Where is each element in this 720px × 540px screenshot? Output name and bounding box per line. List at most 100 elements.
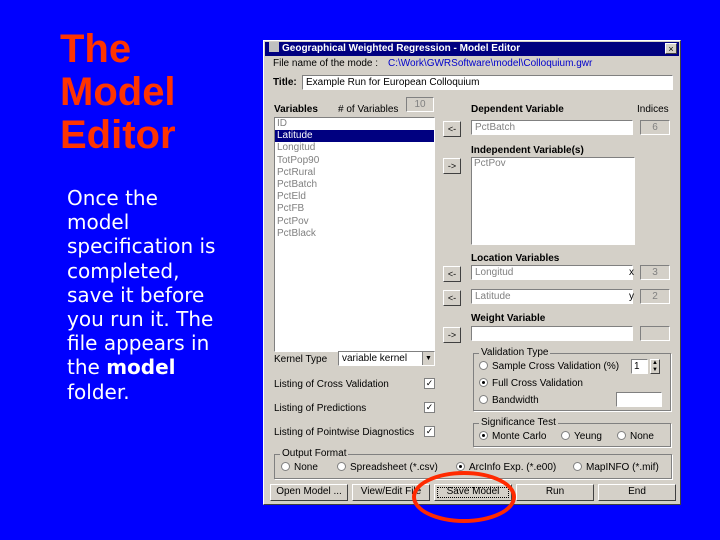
kernel-type-dropdown[interactable]: variable kernel ▼ <box>338 351 435 366</box>
list-item[interactable]: PctBlack <box>275 228 434 240</box>
dependent-label: Dependent Variable <box>471 104 564 115</box>
sig-none-label: None <box>630 431 654 442</box>
dependent-field: PctBatch <box>471 120 633 135</box>
slide-body-line: you run it. The <box>67 307 214 332</box>
list-item[interactable]: PctRural <box>275 167 434 179</box>
bandwidth-input[interactable] <box>616 392 662 407</box>
close-button[interactable]: × <box>665 43 677 54</box>
slide-body-line: file appears in <box>67 331 210 356</box>
list-item[interactable]: ID <box>275 118 434 130</box>
kernel-type-label: Kernel Type <box>274 354 328 365</box>
sig-mc-option[interactable]: Monte Carlo <box>479 431 546 442</box>
slide-title-line: The <box>60 27 132 71</box>
weight-field <box>471 326 633 341</box>
listing-cv-label: Listing of Cross Validation <box>274 379 389 390</box>
chevron-down-icon[interactable]: ▼ <box>422 352 434 365</box>
val-sample-option[interactable]: Sample Cross Validation (%) <box>479 361 619 372</box>
out-mapinfo-option[interactable]: MapINFO (*.mif) <box>573 462 659 473</box>
significance-group-title: Significance Test <box>479 417 558 428</box>
open-model-button[interactable]: Open Model ... <box>270 484 348 501</box>
slide-title-line: Editor <box>60 113 176 157</box>
model-editor-window: Geographical Weighted Regression - Model… <box>263 40 681 505</box>
slide-title-line: Model <box>60 70 176 114</box>
out-arcinfo-label: ArcInfo Exp. (*.e00) <box>469 462 557 473</box>
radio-button[interactable] <box>573 462 582 471</box>
slide-body-line: completed, <box>67 258 180 283</box>
file-name-label: File name of the mode : <box>273 58 379 69</box>
list-item[interactable]: PctBatch <box>275 179 434 191</box>
radio-button[interactable] <box>281 462 290 471</box>
window-title: Geographical Weighted Regression - Model… <box>282 43 521 54</box>
listing-pred-checkbox[interactable]: ✓ <box>424 402 435 413</box>
val-sample-label: Sample Cross Validation (%) <box>492 361 620 372</box>
slide-body-line: save it before <box>67 282 205 307</box>
radio-button-selected[interactable] <box>456 462 465 471</box>
run-button[interactable]: Run <box>516 484 594 501</box>
slide-body-line: specification is <box>67 234 216 259</box>
num-variables-label: # of Variables <box>338 104 399 115</box>
end-button[interactable]: End <box>598 484 676 501</box>
radio-button[interactable] <box>479 361 488 370</box>
weight-index <box>640 326 670 341</box>
val-bandwidth-label: Bandwidth <box>492 395 539 406</box>
slide-body-line: Once the <box>67 186 158 210</box>
location-y-add-button[interactable]: <- <box>443 290 461 306</box>
dependent-add-button[interactable]: <- <box>443 121 461 137</box>
out-spreadsheet-option[interactable]: Spreadsheet (*.csv) <box>337 462 438 473</box>
spinner-icon[interactable]: ▲ ▼ <box>650 359 660 374</box>
sig-none-option[interactable]: None <box>617 431 654 442</box>
file-path: C:\Work\GWRSoftware\model\Colloquium.gwr <box>388 58 593 69</box>
sig-yeung-label: Yeung <box>574 431 602 442</box>
weight-add-button[interactable]: -> <box>443 327 461 343</box>
list-item-selected[interactable]: Latitude <box>275 130 434 143</box>
independent-add-button[interactable]: -> <box>443 158 461 174</box>
title-label: Title: <box>273 77 297 88</box>
slide-body-line: model <box>67 210 130 235</box>
list-item[interactable]: TotPop90 <box>275 155 434 167</box>
radio-button[interactable] <box>561 431 570 440</box>
radio-button-selected[interactable] <box>479 378 488 387</box>
location-y-axis-label: y <box>629 291 634 302</box>
out-none-label: None <box>294 462 318 473</box>
listing-cv-checkbox[interactable]: ✓ <box>424 378 435 389</box>
location-x-add-button[interactable]: <- <box>443 266 461 282</box>
list-item[interactable]: PctFB <box>275 203 434 215</box>
sig-mc-label: Monte Carlo <box>492 431 547 442</box>
window-titlebar[interactable]: Geographical Weighted Regression - Model… <box>265 42 679 56</box>
location-y-index: 2 <box>640 289 670 304</box>
highlight-circle <box>412 471 516 523</box>
location-x-field: Longitud <box>471 265 633 280</box>
title-input[interactable]: Example Run for European Colloquium <box>302 75 673 90</box>
list-item[interactable]: PctPov <box>275 216 434 228</box>
slide-body-line: folder. <box>67 379 130 404</box>
weight-label: Weight Variable <box>471 313 546 324</box>
slide-body-line: the model <box>67 355 245 379</box>
variables-label: Variables <box>274 104 318 115</box>
list-item[interactable]: PctPov <box>472 158 634 170</box>
variables-list[interactable]: ID Latitude Longitud TotPop90 PctRural P… <box>274 117 435 352</box>
val-bandwidth-option[interactable]: Bandwidth <box>479 395 539 406</box>
independent-list[interactable]: PctPov <box>471 157 635 245</box>
val-sample-input[interactable]: 1 <box>631 359 648 374</box>
sig-yeung-option[interactable]: Yeung <box>561 431 602 442</box>
app-icon <box>269 42 279 52</box>
slide-title: The Model Editor <box>60 28 240 157</box>
out-none-option[interactable]: None <box>281 462 318 473</box>
dependent-index: 6 <box>640 120 670 135</box>
location-x-index: 3 <box>640 265 670 280</box>
list-item[interactable]: Longitud <box>275 142 434 154</box>
listing-pred-label: Listing of Predictions <box>274 403 367 414</box>
independent-label: Independent Variable(s) <box>471 145 584 156</box>
radio-button[interactable] <box>479 395 488 404</box>
slide-body: Once the model specification is complete… <box>67 186 245 404</box>
location-y-field: Latitude <box>471 289 633 304</box>
slide-body-bold: model <box>106 355 176 380</box>
list-item[interactable]: PctEld <box>275 191 434 203</box>
num-variables-field: 10 <box>406 97 434 112</box>
listing-diag-checkbox[interactable]: ✓ <box>424 426 435 437</box>
radio-button-selected[interactable] <box>479 431 488 440</box>
val-full-option[interactable]: Full Cross Validation <box>479 378 583 389</box>
validation-group-title: Validation Type <box>479 347 551 358</box>
radio-button[interactable] <box>337 462 346 471</box>
radio-button[interactable] <box>617 431 626 440</box>
